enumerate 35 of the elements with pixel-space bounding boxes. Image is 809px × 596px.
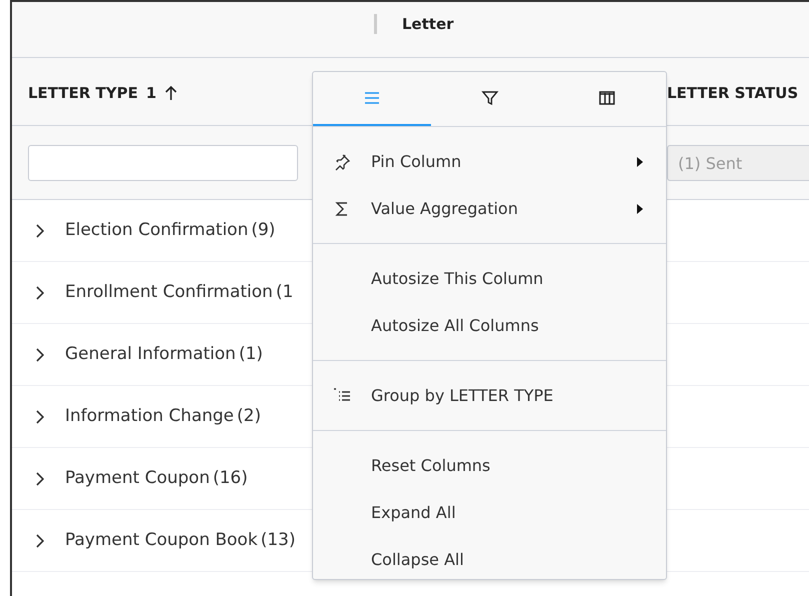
column-header[interactable]: LETTER TYPE 1: [28, 82, 178, 104]
filter-field[interactable]: [28, 145, 298, 181]
group-row-count: (2): [236, 404, 261, 428]
chevron-right-icon[interactable]: [35, 348, 44, 362]
group-row-count: (1: [276, 280, 294, 304]
group-row-label: Payment Coupon: [65, 466, 210, 490]
menu-item[interactable]: Autosize All Columns: [313, 302, 666, 349]
group-header-label: Letter: [402, 14, 454, 35]
sort-ascending-icon[interactable]: [164, 85, 178, 102]
columns-icon: [598, 89, 616, 107]
menu-item[interactable]: Pin Column: [313, 138, 666, 185]
menu-item[interactable]: Collapse All: [313, 536, 666, 583]
group-row-label: Payment Coupon Book: [65, 528, 258, 552]
group-row-label: Enrollment Confirmation: [65, 280, 273, 304]
filter-icon: [480, 89, 498, 107]
group-row-label: Election Confirmation: [65, 218, 248, 242]
chevron-right-icon[interactable]: [35, 534, 44, 548]
chevron-right-icon[interactable]: [35, 472, 44, 486]
group-row-count: (13): [260, 528, 296, 552]
chevron-right-icon[interactable]: [35, 410, 44, 424]
chevron-right-icon[interactable]: [35, 224, 44, 238]
group-row-count: (1): [238, 342, 263, 366]
group-row-count: (16): [212, 466, 248, 490]
menu-item[interactable]: Reset Columns: [313, 442, 666, 489]
menu-item[interactable]: Expand All: [313, 489, 666, 536]
chevron-right-icon[interactable]: [35, 286, 44, 300]
group-row-label: General Information: [65, 342, 236, 366]
pin-icon: [333, 152, 351, 170]
group-row-label: Information Change: [65, 404, 234, 428]
menu-item[interactable]: Value Aggregation: [313, 185, 666, 232]
column-header[interactable]: LETTER STATUS: [667, 82, 798, 104]
menu-item[interactable]: Group by LETTER TYPE: [313, 372, 666, 419]
menu-item[interactable]: Autosize This Column: [313, 255, 666, 302]
sort-index: 1: [146, 83, 156, 104]
group-row-count: (9): [251, 218, 276, 242]
